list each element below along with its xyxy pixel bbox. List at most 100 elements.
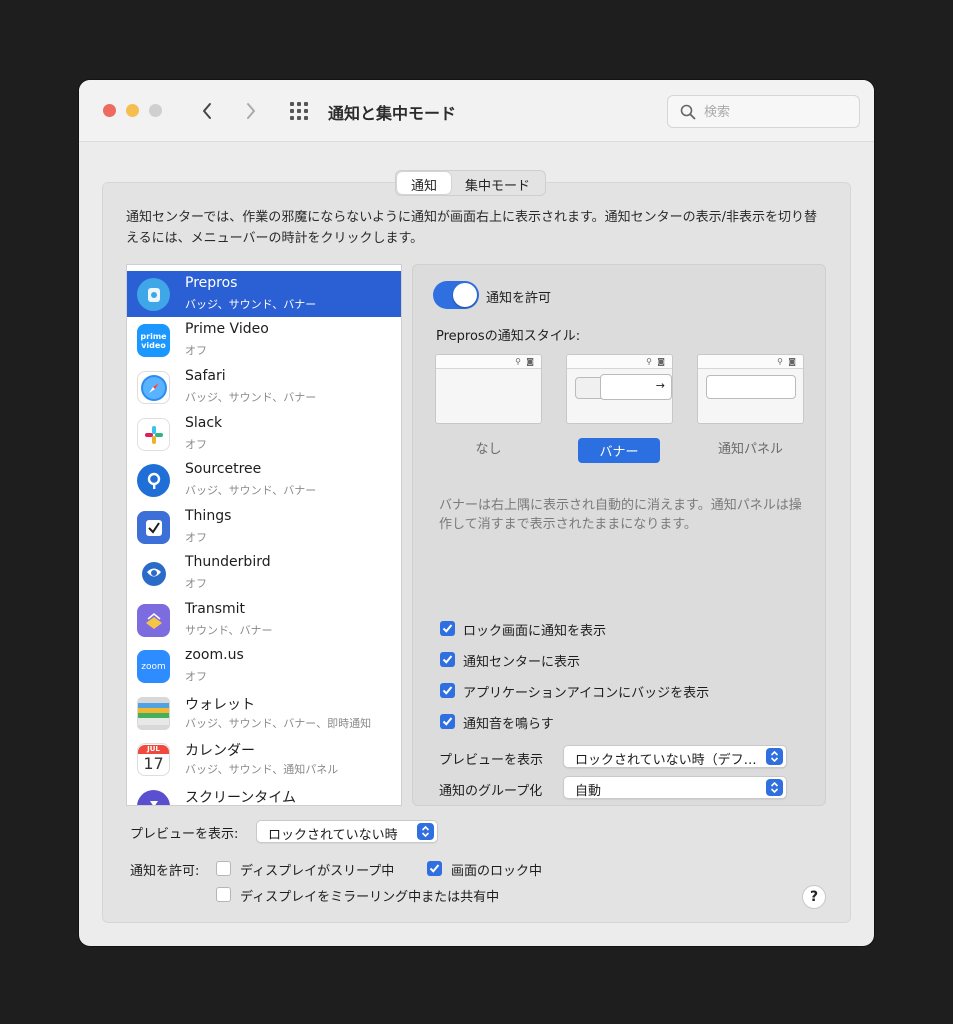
checkmark-icon [429,864,440,873]
app-status: バッジ、サウンド、通知パネル [185,763,339,776]
allow-notifications-label: 通知を許可 [486,291,552,306]
updown-chevron-icon [766,748,783,765]
grouping-select-value: 自動 [575,784,602,799]
forward-button[interactable] [239,97,263,125]
style-alert-label: 通知パネル [717,442,783,457]
checkbox-badge[interactable] [440,683,455,698]
tab-notifications[interactable]: 通知 [397,172,452,194]
tab-focus[interactable]: 集中モード [451,172,544,194]
zoom-icon: zoom [137,650,170,683]
list-item-slack[interactable]: Slack オフ [127,411,401,457]
app-status: サウンド、バナー [185,624,273,637]
checkmark-icon [442,686,453,695]
app-name: Safari [185,368,226,384]
list-item-calendar[interactable]: JUL 17 カレンダー バッジ、サウンド、通知パネル [127,736,401,782]
app-name: Things [185,508,232,524]
list-item-sourcetree[interactable]: Sourcetree バッジ、サウンド、バナー [127,457,401,503]
safari-icon [137,371,170,404]
style-alert-card[interactable]: ⚲ ◙ [697,354,804,424]
checkbox-mirroring-label: ディスプレイをミラーリング中または共有中 [240,890,500,905]
show-all-grid-icon[interactable] [288,100,310,122]
app-name: カレンダー [185,743,255,759]
app-name: Prime Video [185,321,269,337]
style-hint-text: バナーは右上隅に表示され自動的に消えます。通知パネルは操作して消すまで表示された… [439,498,802,532]
app-status: バッジ、サウンド、バナー、即時通知 [185,717,372,730]
style-none-label: なし [475,442,502,457]
settings-window: 通知と集中モード 通知 集中モード 通知センターでは、作業の邪魔にならないように… [79,80,874,946]
app-name: zoom.us [185,647,244,663]
app-status: オフ [185,531,207,544]
chevron-left-icon [203,103,211,119]
allow-notifications-toggle[interactable] [433,281,479,309]
style-none-card[interactable]: ⚲ ◙ [435,354,542,424]
list-item-zoom[interactable]: zoom zoom.us オフ [127,643,401,689]
app-name: ウォレット [185,697,255,713]
app-status: バッジ、サウンド、バナー [185,484,317,497]
list-item-thunderbird[interactable]: Thunderbird オフ [127,550,401,596]
app-status: オフ [185,344,207,357]
list-item-things[interactable]: Things オフ [127,504,401,550]
checkbox-notification-center[interactable] [440,652,455,667]
close-button[interactable] [103,104,116,117]
checkbox-mirroring[interactable] [216,887,231,902]
app-status: バッジ、サウンド、バナー [185,391,317,404]
zoom-button[interactable] [149,104,162,117]
window-title: 通知と集中モード [328,104,457,123]
list-item-safari[interactable]: Safari バッジ、サウンド、バナー [127,364,401,410]
thunderbird-icon [137,557,170,590]
bottom-allow-label: 通知を許可: [130,864,200,879]
prime-video-icon: prime video [137,324,170,357]
checkmark-icon [442,717,453,726]
slack-icon [137,418,170,451]
style-title: Preprosの通知スタイル: [436,329,581,344]
search-input[interactable] [704,102,844,122]
preview-select-value: ロックされていない時（デフ… [575,753,757,768]
help-button[interactable]: ? [802,885,826,909]
checkbox-sound[interactable] [440,714,455,729]
search-icon [680,104,696,120]
checkmark-icon [442,624,453,633]
grouping-label: 通知のグループ化 [439,784,543,799]
back-button[interactable] [195,97,219,125]
list-item-prepros[interactable]: Prepros バッジ、サウンド、バナー [127,271,401,317]
preview-select[interactable]: ロックされていない時（デフ… [563,745,787,768]
notification-detail-panel: 通知を許可 Preprosの通知スタイル: ⚲ ◙ ⚲ ◙ → ⚲ ◙ なし バナー … [412,264,826,806]
checkbox-lock-screen-label: ロック画面に通知を表示 [463,624,607,639]
app-name: Transmit [185,601,246,617]
tab-bar: 通知 集中モード [395,170,547,196]
list-item-screen-time[interactable]: スクリーンタイム [127,783,401,806]
checkmark-icon [442,655,453,664]
app-status: オフ [185,577,207,590]
app-name: スクリーンタイム [185,790,297,806]
wallet-icon [137,697,170,730]
app-name: Prepros [185,275,238,291]
bottom-preview-select-value: ロックされていない時 [268,828,398,843]
checkbox-notification-center-label: 通知センターに表示 [463,655,581,670]
checkbox-badge-label: アプリケーションアイコンにバッジを表示 [463,686,710,701]
search-field[interactable] [667,95,860,128]
bottom-preview-label: プレビューを表示: [130,827,239,842]
app-name: Thunderbird [185,554,271,570]
list-item-transmit[interactable]: Transmit サウンド、バナー [127,597,401,643]
app-list[interactable]: Prepros バッジ、サウンド、バナー prime video Prime Vi… [126,264,402,806]
checkbox-screen-locked-label: 画面のロック中 [451,864,543,879]
updown-chevron-icon [417,823,434,840]
updown-chevron-icon [766,779,783,796]
app-status: バッジ、サウンド、バナー [185,298,317,311]
checkbox-lock-screen[interactable] [440,621,455,636]
grouping-select[interactable]: 自動 [563,776,787,799]
minimize-button[interactable] [126,104,139,117]
sourcetree-icon [137,464,170,497]
prepros-icon [137,278,170,311]
checkbox-sound-label: 通知音を鳴らす [463,717,554,732]
style-banner-card[interactable]: ⚲ ◙ → [566,354,673,424]
bottom-preview-select[interactable]: ロックされていない時 [256,820,438,843]
app-status: オフ [185,438,207,451]
list-item-prime-video[interactable]: prime video Prime Video オフ [127,317,401,363]
screen-time-icon [137,790,170,805]
list-item-wallet[interactable]: ウォレット バッジ、サウンド、バナー、即時通知 [127,690,401,736]
title-bar: 通知と集中モード [79,80,874,142]
checkbox-screen-locked[interactable] [427,861,442,876]
checkbox-display-sleep[interactable] [216,861,231,876]
style-banner-label: バナー [578,438,660,463]
